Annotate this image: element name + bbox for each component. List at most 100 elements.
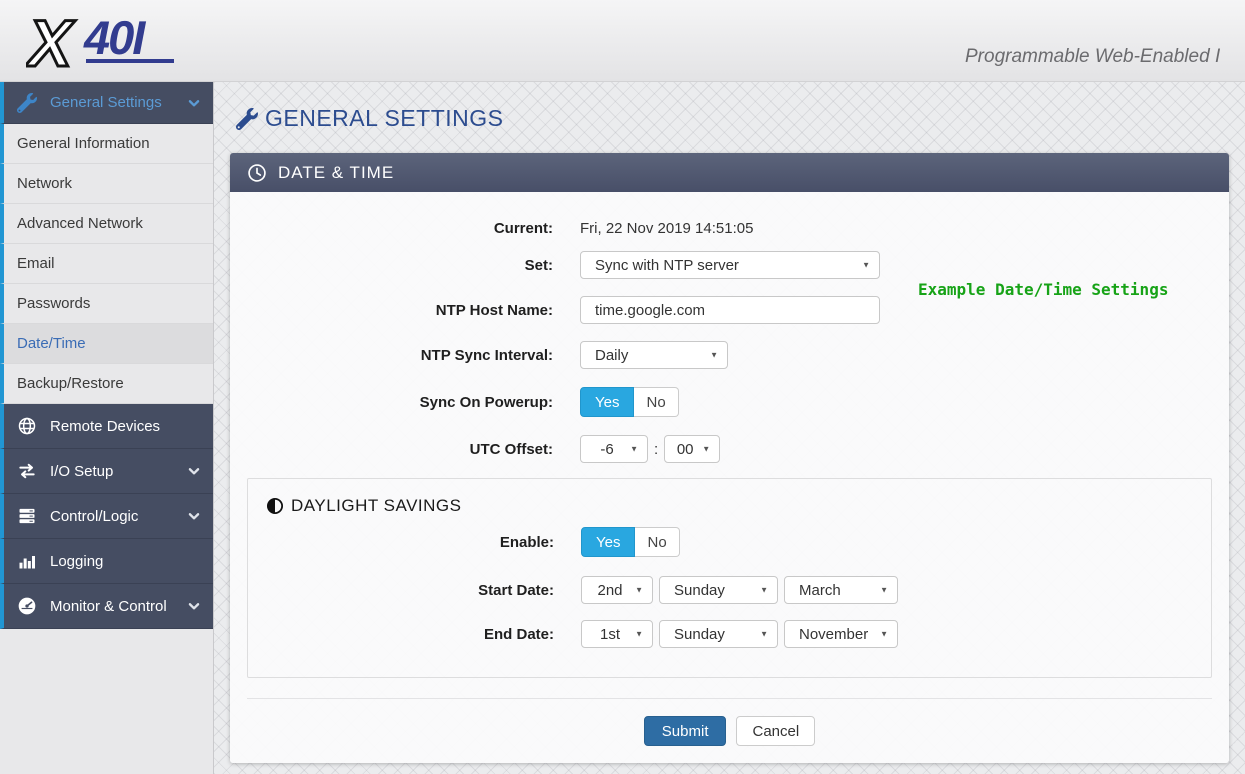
clock-icon [247,163,267,183]
set-mode-select[interactable]: Sync with NTP server ▼ [580,251,880,279]
ntp-host-input[interactable] [580,296,880,324]
utc-offset-row: UTC Offset: -6 ▼ : 00 ▼ [230,435,1229,463]
logo-model-number: 40I [83,11,146,64]
dst-end-month-value: November [799,626,868,643]
bar-chart-icon [17,551,37,571]
utc-offset-separator: : [654,441,658,458]
daylight-savings-section: DAYLIGHT SAVINGS Enable: Yes No Start Da… [247,478,1212,678]
sync-powerup-yes-button[interactable]: Yes [580,387,634,417]
page-title-text: GENERAL SETTINGS [265,105,503,132]
utc-offset-label: UTC Offset: [230,441,553,458]
sidebar-item-control-logic[interactable]: Control/Logic [0,494,213,539]
set-label: Set: [230,257,553,274]
logo-underline [86,59,174,63]
dst-start-month-select[interactable]: March ▼ [784,576,898,604]
sidebar-item-remote-devices[interactable]: Remote Devices [0,404,213,449]
current-label: Current: [230,220,553,237]
wrench-icon [17,93,37,113]
dst-enable-toggle: Yes No [581,527,680,557]
sync-powerup-row: Sync On Powerup: Yes No [230,387,1229,417]
sidebar-item-monitor-control[interactable]: Monitor & Control [0,584,213,629]
sidebar-item-label: Date/Time [17,335,86,352]
dst-start-day-select[interactable]: Sunday ▼ [659,576,778,604]
dst-start-week-select[interactable]: 2nd ▼ [581,576,653,604]
io-arrows-icon [17,461,37,481]
sidebar-item-label: Backup/Restore [17,375,124,392]
sidebar-item-label: Logging [50,553,103,570]
utc-offset-minutes-value: 00 [677,441,694,458]
select-arrow-icon: ▼ [760,630,768,639]
sidebar-item-general-information[interactable]: General Information [0,124,213,164]
dst-enable-no-button[interactable]: No [635,527,679,557]
utc-offset-minutes-select[interactable]: 00 ▼ [664,435,720,463]
select-arrow-icon: ▼ [880,630,888,639]
app-header: X 40I Programmable Web-Enabled I [0,0,1245,82]
sidebar-item-passwords[interactable]: Passwords [0,284,213,324]
dst-enable-row: Enable: Yes No [248,527,1211,557]
half-circle-contrast-icon [266,497,284,515]
daylight-savings-title: DAYLIGHT SAVINGS [248,496,1211,516]
ntp-host-label: NTP Host Name: [230,302,553,319]
logo-x-letter: X [26,8,76,76]
utc-offset-hours-value: -6 [600,441,613,458]
sidebar-item-label: Monitor & Control [50,598,167,615]
ntp-interval-selected-value: Daily [595,347,628,364]
sidebar-item-general-settings[interactable]: General Settings [0,82,213,124]
current-time-value: Fri, 22 Nov 2019 14:51:05 [580,220,753,237]
ntp-interval-row: NTP Sync Interval: Daily ▼ [230,341,1229,369]
submit-button[interactable]: Submit [644,716,727,746]
panel-title-text: DATE & TIME [278,163,394,183]
select-arrow-icon: ▼ [710,351,718,360]
select-arrow-icon: ▼ [635,630,643,639]
sidebar-item-label: Control/Logic [50,508,138,525]
utc-offset-hours-select[interactable]: -6 ▼ [580,435,648,463]
dst-start-month-value: March [799,582,841,599]
dst-enable-yes-button[interactable]: Yes [581,527,635,557]
sidebar-item-network[interactable]: Network [0,164,213,204]
select-arrow-icon: ▼ [635,586,643,595]
server-stack-icon [17,506,37,526]
chevron-down-icon [187,599,201,613]
set-row: Set: Sync with NTP server ▼ [230,251,1229,279]
sync-powerup-no-button[interactable]: No [634,387,678,417]
dst-end-month-select[interactable]: November ▼ [784,620,898,648]
chevron-down-icon [187,464,201,478]
sidebar-item-label: Email [17,255,55,272]
sidebar-item-date-time[interactable]: Date/Time [0,324,213,364]
dst-end-day-select[interactable]: Sunday ▼ [659,620,778,648]
logo-graphic: X 40I [26,8,226,76]
dst-end-label: End Date: [248,626,554,643]
sidebar-item-logging[interactable]: Logging [0,539,213,584]
sidebar-item-advanced-network[interactable]: Advanced Network [0,204,213,244]
sidebar-item-label: Remote Devices [50,418,160,435]
select-arrow-icon: ▼ [760,586,768,595]
current-time-row: Current: Fri, 22 Nov 2019 14:51:05 [230,220,1229,237]
product-tagline: Programmable Web-Enabled I [965,46,1220,68]
sidebar-item-backup-restore[interactable]: Backup/Restore [0,364,213,404]
sync-powerup-toggle: Yes No [580,387,679,417]
sidebar-nav: General Settings General Information Net… [0,82,214,774]
sidebar-group-label: General Settings [50,94,162,111]
dst-end-week-value: 1st [600,626,620,643]
dst-end-week-select[interactable]: 1st ▼ [581,620,653,648]
sidebar-item-email[interactable]: Email [0,244,213,284]
daylight-savings-title-text: DAYLIGHT SAVINGS [291,496,462,516]
dst-end-day-value: Sunday [674,626,725,643]
panel-body: Example Date/Time Settings Current: Fri,… [230,192,1229,746]
dst-start-day-value: Sunday [674,582,725,599]
wrench-icon [236,108,258,130]
dst-enable-label: Enable: [248,534,554,551]
ntp-interval-label: NTP Sync Interval: [230,347,553,364]
cancel-button[interactable]: Cancel [736,716,815,746]
sidebar-item-io-setup[interactable]: I/O Setup [0,449,213,494]
sidebar-item-label: Network [17,175,72,192]
chevron-down-icon [187,96,201,110]
select-arrow-icon: ▼ [862,261,870,270]
select-arrow-icon: ▼ [702,445,710,454]
chevron-down-icon [187,509,201,523]
panel-header: DATE & TIME [230,153,1229,192]
ntp-interval-select[interactable]: Daily ▼ [580,341,728,369]
form-actions: Submit Cancel [230,716,1229,746]
page-title: GENERAL SETTINGS [236,105,503,132]
sidebar-item-label: Advanced Network [17,215,143,232]
